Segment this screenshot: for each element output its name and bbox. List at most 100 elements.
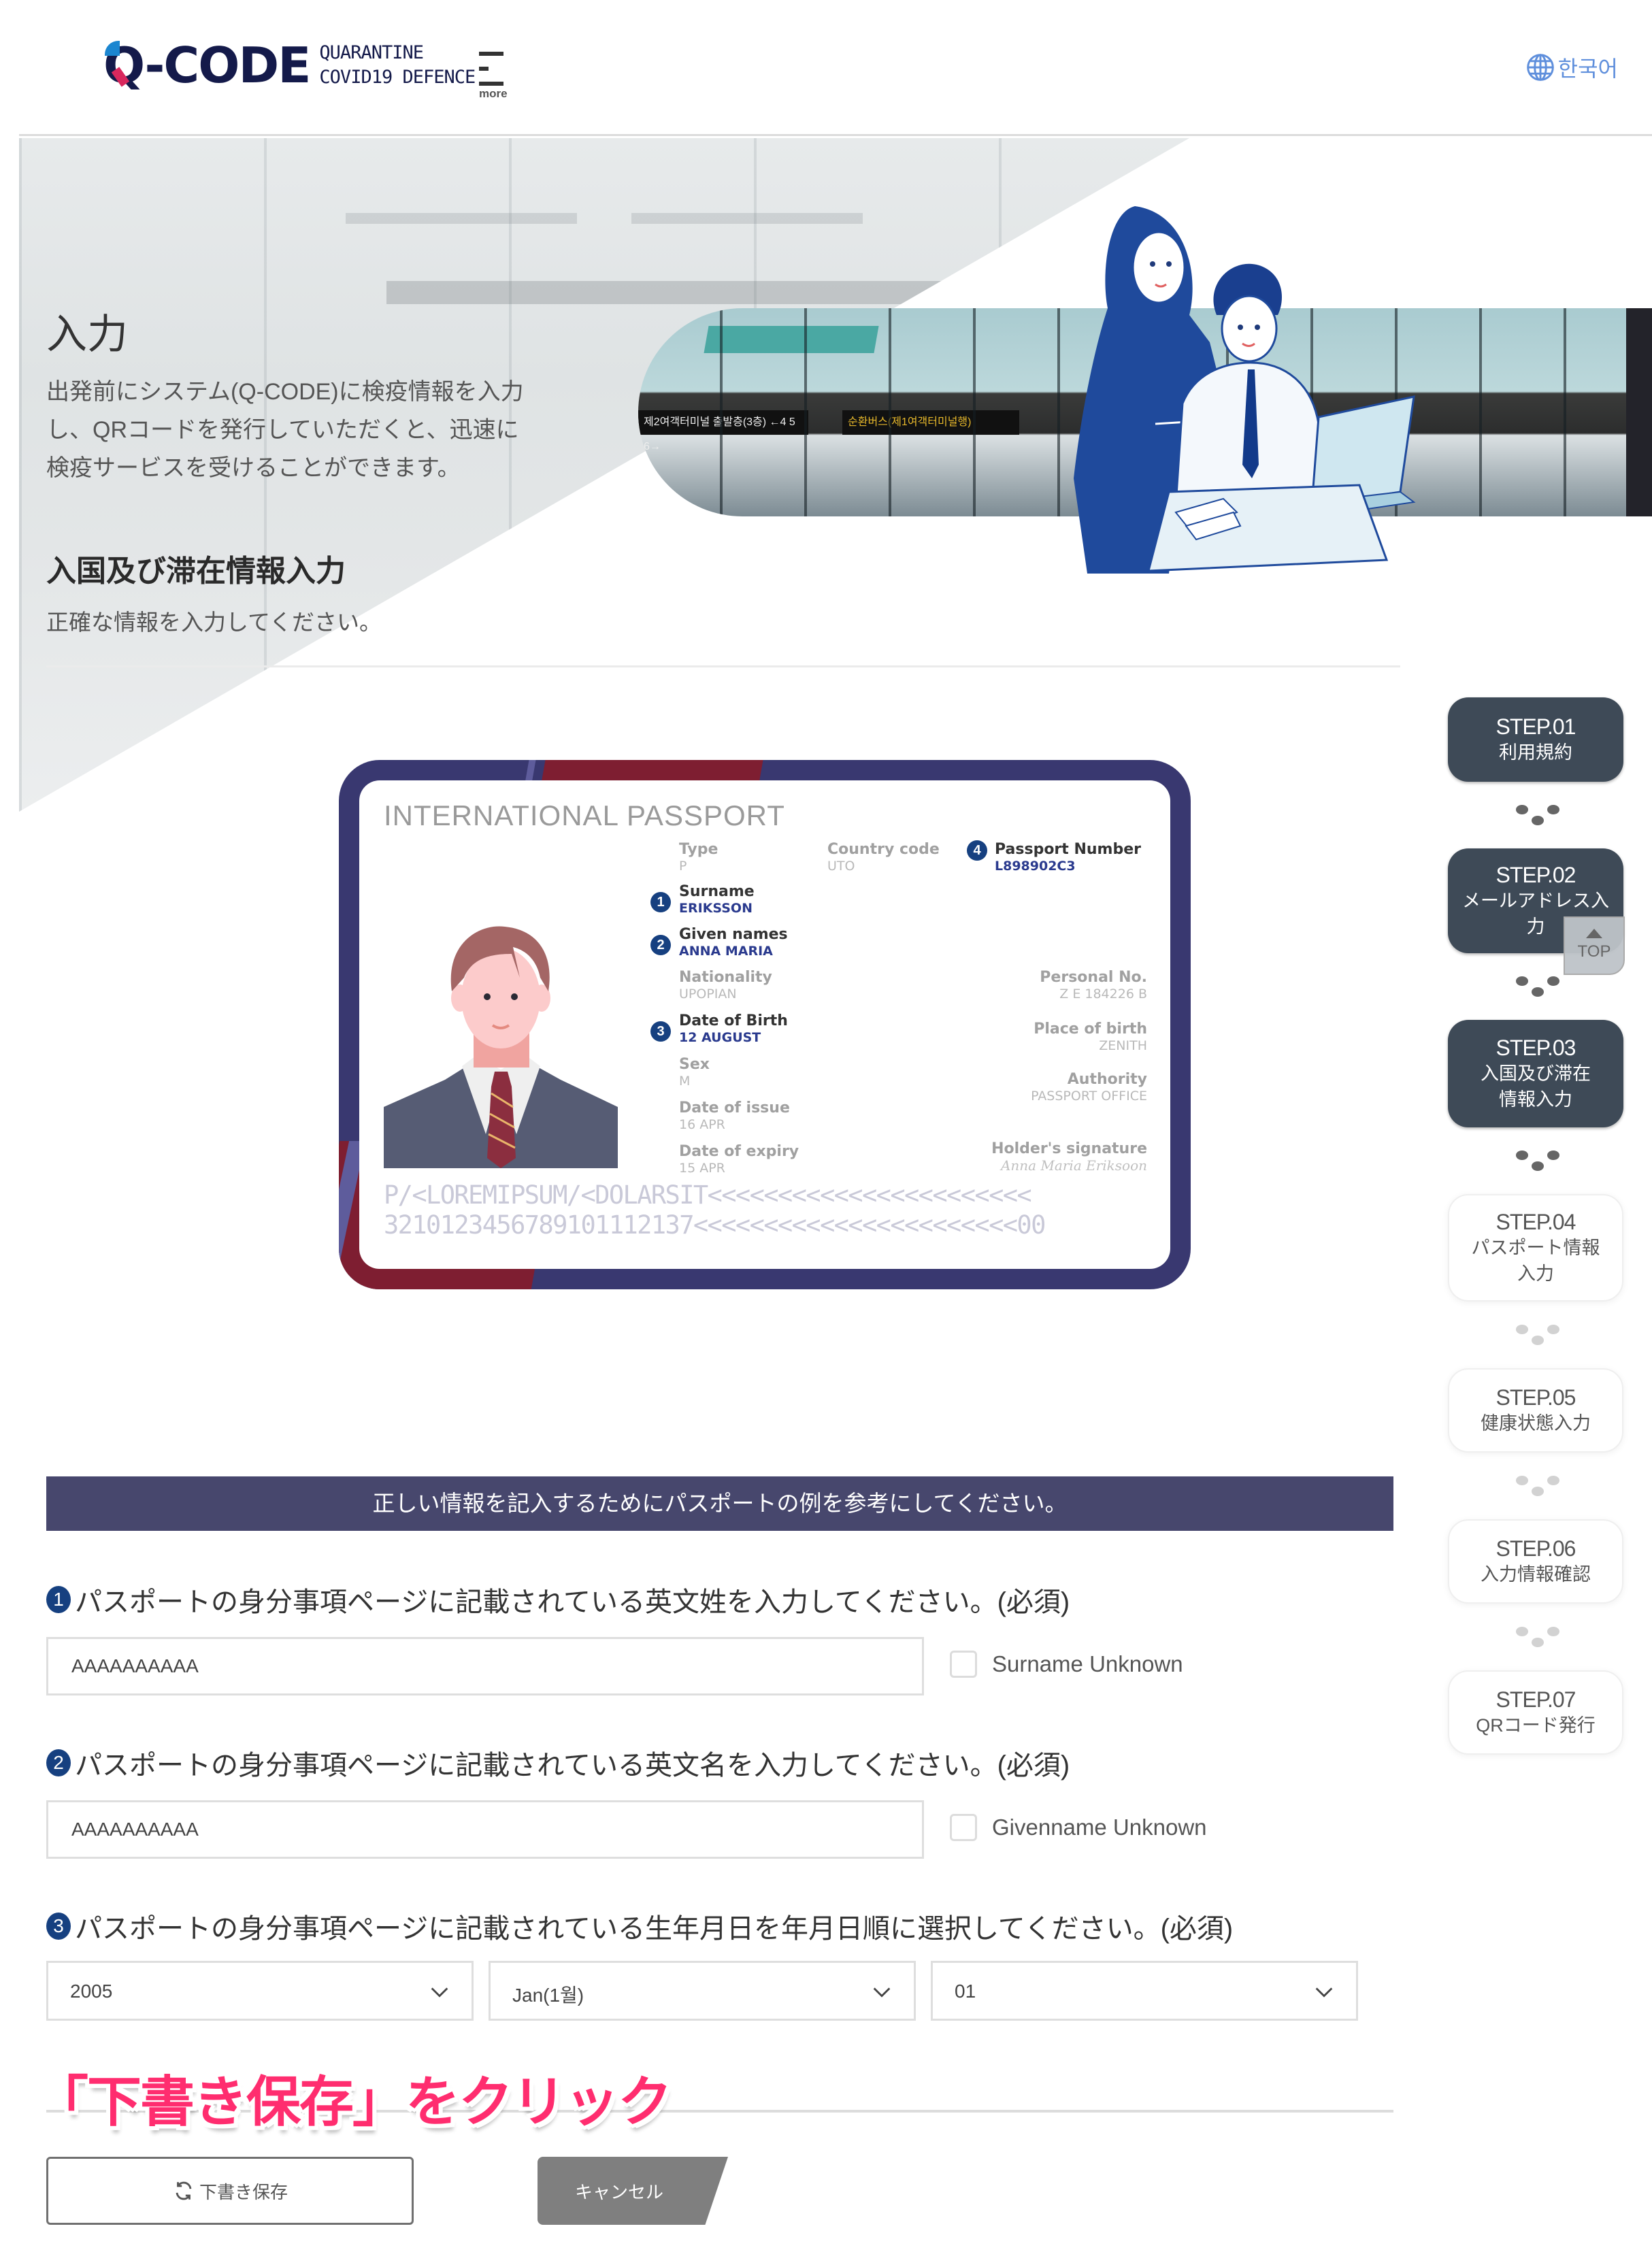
section-title: 入国及び滞在情報入力 [46,555,346,588]
chevron-down-icon [873,1987,891,1998]
cancel-button[interactable]: キャンセル [538,2157,728,2225]
surname-unknown-label: Surname Unknown [992,1651,1183,1676]
hamburger-icon-bar [479,82,503,86]
field-label: Given names [679,926,788,943]
passport-field-surname: Surname ERIKSSON [679,884,755,916]
passport-field-date-of-birth: Date of Birth 12 AUGUST [679,1013,788,1046]
hamburger-icon-bar [479,67,489,71]
passport-field-holder-signature: Holder's signature Anna Maria Eriksoon [991,1141,1147,1174]
passport-field-passport-number: Passport Number L898902C3 [995,842,1141,874]
field-label: Date of expiry [679,1143,799,1160]
step-07[interactable]: STEP.07 QRコード発行 [1448,1670,1623,1755]
step-connector [1448,1127,1623,1194]
passport-mrz-line2: 3210123456789101112137<<<<<<<<<<<<<<<<<<… [384,1210,1046,1240]
birth-year-value: 2005 [70,1981,113,2002]
badge-1: 1 [650,892,671,912]
bg-beam [631,213,863,224]
bg-beam [346,213,577,224]
field-label: Surname [679,883,755,900]
checkbox-box[interactable] [950,1651,977,1678]
givenname-input[interactable] [46,1800,924,1859]
field-value: 16 APR [679,1117,725,1132]
passport-field-date-of-issue: Date of issue 16 APR [679,1100,790,1133]
passport-field-authority: Authority PASSPORT OFFICE [1031,1072,1147,1104]
hamburger-icon [479,52,503,56]
step-name: QRコード発行 [1476,1715,1596,1736]
section-subtitle: 正確な情報を入力してください。 [46,610,382,635]
language-label: 한국어 [1557,56,1618,81]
people-at-laptop-illustration [1074,206,1416,574]
signature: Anna Maria Eriksoon [1000,1157,1147,1174]
draft-save-label: 下書き保存 [199,2181,288,2202]
field-value: 15 APR [679,1161,725,1176]
field-value: M [679,1074,691,1089]
step-number: STEP.05 [1496,1385,1576,1410]
field-label: Type [679,841,718,858]
step-connector [1448,1453,1623,1519]
step-name: 入国及び滞在情報入力 [1481,1063,1591,1110]
surname-question-label: パスポートの身分事項ページに記載されている英文姓を入力してください。(必須) [75,1587,1070,1617]
passport-field-country-code: Country code UTO [827,842,940,874]
birth-month-select[interactable]: Jan(1월) [489,1961,916,2021]
passport-field-place-of-birth: Place of birth ZENITH [1034,1021,1147,1054]
step-number: STEP.07 [1496,1687,1576,1712]
step-connector [1448,782,1623,848]
passport-sample: INTERNATIONAL PASSPORT Type P Country co… [339,760,1191,1289]
step-name: 利用規約 [1499,742,1572,763]
passport-holder-photo [384,926,618,1168]
refresh-icon [176,2181,192,2200]
passport-field-given-names: Given names ANNA MARIA [679,927,788,959]
language-switch[interactable]: 한국어 [1525,52,1618,83]
birth-day-select[interactable]: 01 [931,1961,1358,2021]
step-connector [1448,1302,1623,1368]
surname-unknown-checkbox[interactable]: Surname Unknown [950,1651,1183,1678]
step-01[interactable]: STEP.01 利用規約 [1448,697,1623,782]
givenname-question-label: パスポートの身分事項ページに記載されている英文名を入力してください。(必須) [75,1751,1070,1781]
step-name: 健康状態入力 [1481,1412,1591,1434]
badge-2: 2 [650,935,671,955]
field-value: UPOPIAN [679,987,737,1002]
logo-sub-line2: COVID19 DEFENCE [319,67,476,88]
field-label: Authority [1067,1071,1147,1088]
more-menu-button[interactable]: more [474,49,514,103]
draft-save-button[interactable]: 下書き保存 [46,2157,414,2225]
field-label: Date of issue [679,1099,790,1116]
passport-field-personal-no: Personal No. Z E 184226 B [1040,970,1147,1002]
field-label: Country code [827,841,940,858]
scroll-to-top-button[interactable]: TOP [1564,916,1625,975]
badge-4: 4 [967,840,987,861]
birth-year-select[interactable]: 2005 [46,1961,474,2021]
badge-2: 2 [46,1749,71,1776]
step-number: STEP.03 [1496,1035,1576,1060]
instruction-annotation: 「下書き保存」をクリック [34,2072,672,2132]
hero-banner: 제2여객터미널 출발층(3층) ←4 5 6→ 순환버스(제1여객터미널행) 入… [19,138,1652,818]
cancel-label: キャンセル [574,2181,663,2202]
passport-data-page: INTERNATIONAL PASSPORT Type P Country co… [359,780,1170,1269]
field-value: ANNA MARIA [679,944,773,959]
badge-3: 3 [650,1021,671,1042]
step-name: 入力情報確認 [1481,1563,1591,1585]
bg-signboard [386,281,1135,304]
step-03-current[interactable]: STEP.03 入国及び滞在情報入力 [1448,1020,1623,1127]
step-06[interactable]: STEP.06 入力情報確認 [1448,1519,1623,1604]
surname-input[interactable] [46,1637,924,1695]
field-label: Place of birth [1034,1021,1147,1038]
field-value: 12 AUGUST [679,1030,761,1045]
badge-3: 3 [46,1913,71,1940]
surname-question: 1 パスポートの身分事項ページに記載されている英文姓を入力してください。(必須) [46,1580,1070,1619]
field-value: ERIKSSON [679,901,753,916]
qcode-logo[interactable]: Q-CODE QUARANTINE COVID19 DEFENCE [103,41,476,90]
step-04[interactable]: STEP.04 パスポート情報入力 [1448,1194,1623,1302]
page-description: 出発前にシステム(Q-CODE)に検疫情報を入力し、QRコードを発行していただく… [46,379,524,481]
passport-field-sex: Sex M [679,1057,710,1089]
birthdate-question: 3 パスポートの身分事項ページに記載されている生年月日を年月日順に選択してくださ… [46,1906,1233,1946]
step-05[interactable]: STEP.05 健康状態入力 [1448,1368,1623,1453]
field-value: Z E 184226 B [1059,987,1147,1002]
givenname-unknown-checkbox[interactable]: Givenname Unknown [950,1814,1207,1841]
logo-text: Q-CODE [103,37,311,94]
step-progress-sidebar: STEP.01 利用規約 STEP.02 メールアドレス入力 STEP.03 入… [1448,697,1623,1755]
logo-sub-line1: QUARANTINE [319,42,424,63]
field-label: Date of Birth [679,1012,788,1029]
checkbox-box[interactable] [950,1814,977,1841]
field-label: Holder's signature [991,1140,1147,1157]
